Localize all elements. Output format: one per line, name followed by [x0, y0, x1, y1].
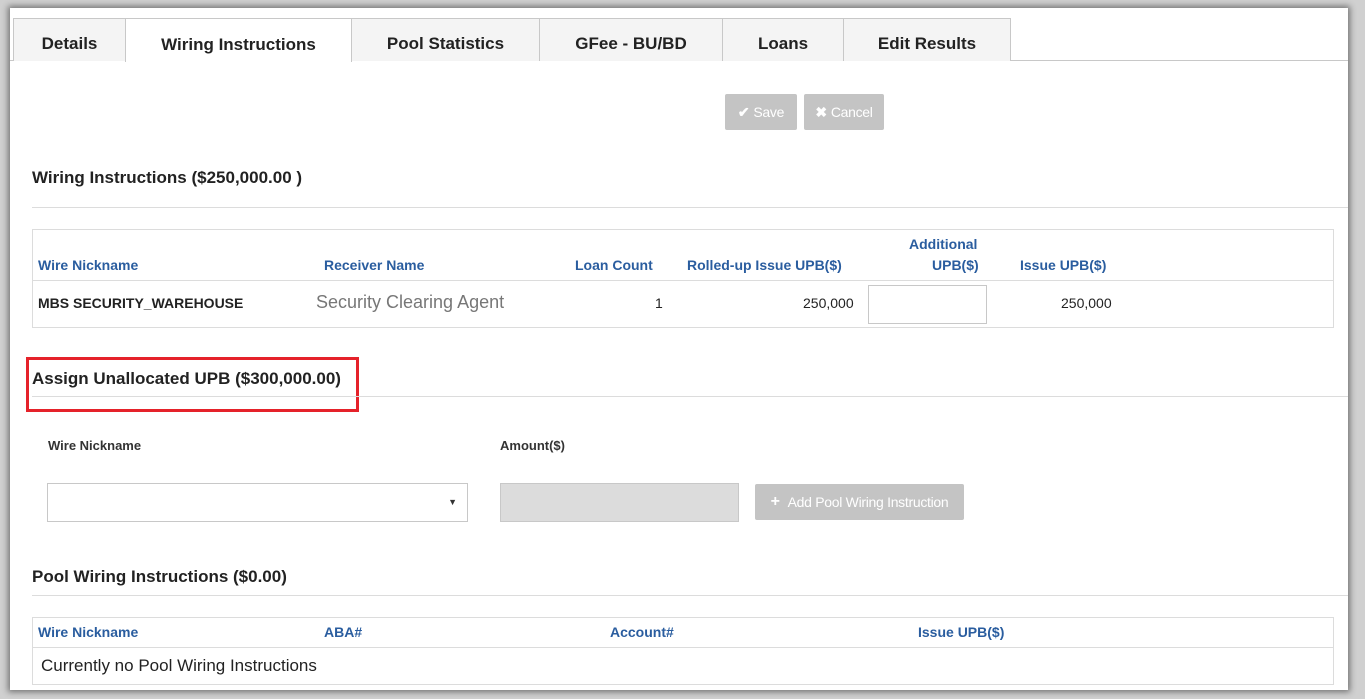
- add-pool-wiring-instruction-label: Add Pool Wiring Instruction: [787, 494, 949, 510]
- col-rolled-up-issue-upb: Rolled-up Issue UPB($): [687, 257, 842, 273]
- pool-wiring-instructions-title: Pool Wiring Instructions ($0.00): [32, 567, 287, 586]
- check-icon: ✔: [737, 103, 750, 120]
- save-button[interactable]: ✔ Save: [725, 94, 797, 130]
- cell-receiver-name: Security Clearing Agent: [316, 292, 505, 312]
- tab-loans[interactable]: Loans: [722, 18, 844, 61]
- save-button-label: Save: [753, 104, 785, 120]
- col-issue-upb: Issue UPB($): [1020, 257, 1107, 273]
- header-divider: [33, 280, 1333, 281]
- tab-wiring-instructions[interactable]: Wiring Instructions: [125, 18, 352, 62]
- additional-upb-input[interactable]: [868, 285, 987, 324]
- divider: [32, 207, 1348, 208]
- close-icon: ✖: [815, 103, 827, 120]
- col-aba: ABA#: [324, 624, 363, 640]
- col-issue-upb: Issue UPB($): [918, 624, 1005, 640]
- tab-pool-statistics[interactable]: Pool Statistics: [351, 18, 540, 61]
- app-window: Details Wiring Instructions Pool Statist…: [10, 8, 1348, 690]
- empty-message: Currently no Pool Wiring Instructions: [41, 656, 317, 675]
- wiring-instructions-title: Wiring Instructions ($250,000.00 ): [32, 168, 303, 187]
- divider: [32, 595, 1348, 596]
- cell-loan-count: 1: [655, 295, 663, 311]
- wire-nickname-select[interactable]: ▼: [47, 483, 468, 522]
- col-wire-nickname: Wire Nickname: [38, 624, 139, 640]
- caret-down-icon: ▼: [448, 497, 457, 507]
- tab-bar: Details Wiring Instructions Pool Statist…: [10, 8, 1348, 62]
- divider: [32, 396, 1348, 397]
- cell-wire-nickname: MBS SECURITY_WAREHOUSE: [38, 295, 244, 311]
- highlight-box: [26, 357, 359, 412]
- cell-issue-upb: 250,000: [1061, 295, 1112, 311]
- col-receiver-name: Receiver Name: [324, 257, 425, 273]
- cancel-button-label: Cancel: [830, 104, 873, 120]
- cell-rolled-up: 250,000: [803, 295, 854, 311]
- col-wire-nickname: Wire Nickname: [38, 257, 139, 273]
- header-divider: [33, 647, 1333, 648]
- pool-wiring-instructions-table: Wire Nickname ABA# Account# Issue UPB($)…: [32, 617, 1334, 685]
- tab-details[interactable]: Details: [13, 18, 126, 61]
- amount-input[interactable]: [500, 483, 739, 522]
- tab-gfee[interactable]: GFee - BU/BD: [539, 18, 723, 61]
- col-loan-count: Loan Count: [575, 257, 653, 273]
- amount-label: Amount($): [500, 438, 565, 453]
- add-pool-wiring-instruction-button[interactable]: + Add Pool Wiring Instruction: [755, 484, 964, 520]
- col-additional-upb-line1: Additional: [909, 236, 978, 252]
- wire-nickname-label: Wire Nickname: [48, 438, 142, 453]
- cancel-button[interactable]: ✖ Cancel: [804, 94, 884, 130]
- col-additional-upb-line2: UPB($): [932, 257, 979, 273]
- tab-edit-results[interactable]: Edit Results: [843, 18, 1011, 61]
- col-account: Account#: [610, 624, 674, 640]
- wiring-instructions-table: Wire Nickname Receiver Name Loan Count R…: [32, 229, 1334, 328]
- plus-icon: +: [770, 493, 780, 510]
